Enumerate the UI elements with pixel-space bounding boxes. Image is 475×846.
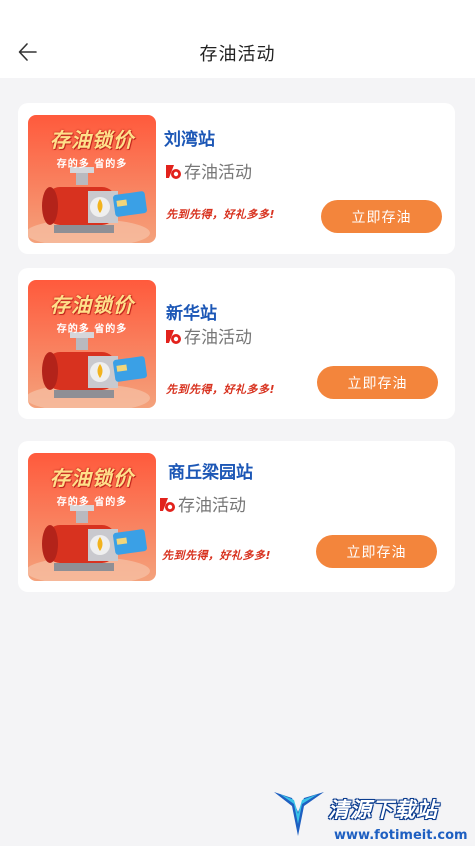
activity-logo-icon bbox=[166, 329, 181, 344]
poster-title: 存油锁价 bbox=[50, 466, 134, 490]
deposit-oil-button[interactable]: 立即存油 bbox=[317, 366, 438, 399]
activity-label: 存油活动 bbox=[178, 496, 246, 516]
activity-card[interactable]: 存油锁价 存的多 省的多 刘湾站 存油活动 先到先得，好礼多多! 立即存油 bbox=[18, 103, 455, 254]
station-name: 新华站 bbox=[166, 304, 217, 324]
page-title: 存油活动 bbox=[199, 44, 276, 65]
promo-slogan: 先到先得，好礼多多! bbox=[162, 549, 272, 562]
station-name: 商丘梁园站 bbox=[168, 463, 253, 483]
activity-tag: 存油活动 bbox=[164, 323, 252, 348]
poster-subtitle: 存的多 省的多 bbox=[56, 324, 128, 335]
poster-subtitle: 存的多 省的多 bbox=[56, 497, 128, 508]
activity-card[interactable]: 存油锁价 存的多 省的多 商丘梁园站 存油活动 先到先得，好礼多多! 立即存油 bbox=[18, 441, 455, 592]
poster-title: 存油锁价 bbox=[50, 128, 134, 152]
watermark-name: 清源下载站 bbox=[328, 798, 438, 822]
activity-label: 存油活动 bbox=[184, 328, 252, 348]
activity-logo-icon bbox=[166, 164, 181, 179]
activity-poster-image: 存油锁价 存的多 省的多 bbox=[28, 453, 156, 581]
activity-tag: 存油活动 bbox=[164, 158, 252, 183]
watermark-url: www.fotimeit.com bbox=[334, 828, 468, 843]
activity-card[interactable]: 存油锁价 存的多 省的多 新华站 存油活动 先到先得，好礼多多! 立即存油 bbox=[18, 268, 455, 419]
station-name: 刘湾站 bbox=[164, 130, 215, 150]
activity-tag: 存油活动 bbox=[158, 491, 246, 516]
promo-slogan: 先到先得，好礼多多! bbox=[166, 208, 276, 221]
app-header: 存油活动 bbox=[0, 0, 475, 78]
promo-slogan: 先到先得，好礼多多! bbox=[166, 383, 276, 396]
poster-title: 存油锁价 bbox=[50, 293, 134, 317]
poster-subtitle: 存的多 省的多 bbox=[56, 159, 128, 170]
watermark-logo-icon bbox=[274, 792, 324, 836]
site-watermark: 清源下载站 www.fotimeit.com bbox=[270, 780, 475, 846]
activity-label: 存油活动 bbox=[184, 163, 252, 183]
activity-poster-image: 存油锁价 存的多 省的多 bbox=[28, 115, 156, 243]
deposit-oil-button[interactable]: 立即存油 bbox=[316, 535, 437, 568]
activity-poster-image: 存油锁价 存的多 省的多 bbox=[28, 280, 156, 408]
deposit-oil-button[interactable]: 立即存油 bbox=[321, 200, 442, 233]
activity-logo-icon bbox=[160, 497, 175, 512]
